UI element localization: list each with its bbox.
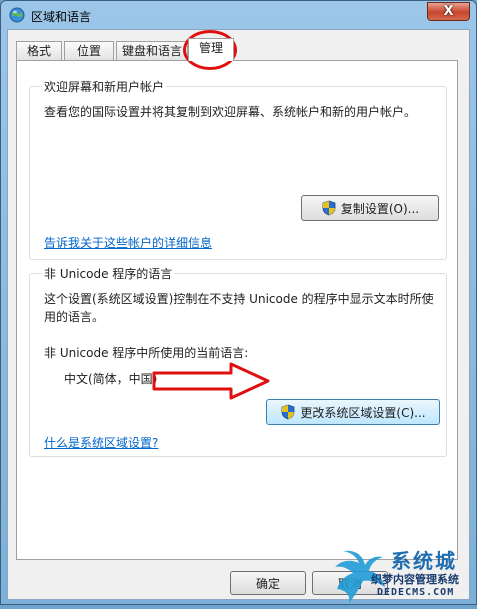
window-title: 区域和语言 xyxy=(31,10,92,24)
change-system-locale-button[interactable]: 更改系统区域设置(C)... xyxy=(266,399,440,425)
current-language-label: 非 Unicode 程序中所使用的当前语言: xyxy=(44,346,249,360)
ok-button[interactable]: 确定 xyxy=(230,571,306,595)
non-unicode-group: 非 Unicode 程序的语言 这个设置(系统区域设置)控制在不支持 Unico… xyxy=(29,265,447,457)
title-bar[interactable]: 区域和语言 X xyxy=(1,1,476,29)
dialog-window: 区域和语言 X 格式 位置 键盘和语言 管理 欢迎屏幕和新用户帐户 查看您的国际… xyxy=(0,0,477,605)
non-unicode-description-line1: 这个设置(系统区域设置)控制在不支持 Unicode 的程序中显示文本时所使 xyxy=(44,292,434,306)
current-language-value: 中文(简体，中国) xyxy=(64,372,158,386)
copy-settings-button[interactable]: 复制设置(O)... xyxy=(301,195,439,221)
cancel-button[interactable]: 取消 xyxy=(312,571,388,595)
globe-icon xyxy=(9,7,25,23)
tab-administrative[interactable]: 管理 xyxy=(188,38,234,61)
tab-location[interactable]: 位置 xyxy=(64,41,114,60)
administrative-tab-panel: 欢迎屏幕和新用户帐户 查看您的国际设置并将其复制到欢迎屏幕、系统帐户和新的用户帐… xyxy=(16,60,458,560)
welcome-description: 查看您的国际设置并将其复制到欢迎屏幕、系统帐户和新的用户帐户。 xyxy=(44,105,417,119)
close-button[interactable]: X xyxy=(427,2,470,21)
uac-shield-icon xyxy=(322,200,336,216)
welcome-accounts-link[interactable]: 告诉我关于这些帐户的详细信息 xyxy=(44,234,212,252)
close-icon: X xyxy=(443,4,454,19)
tab-keyboards-languages[interactable]: 键盘和语言 xyxy=(116,41,188,60)
copy-settings-label: 复制设置(O)... xyxy=(340,201,420,216)
welcome-screen-group: 欢迎屏幕和新用户帐户 查看您的国际设置并将其复制到欢迎屏幕、系统帐户和新的用户帐… xyxy=(29,78,447,260)
welcome-group-title: 欢迎屏幕和新用户帐户 xyxy=(42,78,167,95)
tab-formats[interactable]: 格式 xyxy=(16,41,62,60)
dialog-client-area: 格式 位置 键盘和语言 管理 欢迎屏幕和新用户帐户 查看您的国际设置并将其复制到… xyxy=(7,29,470,600)
uac-shield-icon xyxy=(282,404,295,420)
what-is-system-locale-link[interactable]: 什么是系统区域设置? xyxy=(44,434,158,452)
change-system-locale-label: 更改系统区域设置(C)... xyxy=(300,405,426,420)
non-unicode-group-title: 非 Unicode 程序的语言 xyxy=(42,265,175,282)
non-unicode-description-line2: 用的语言。 xyxy=(44,310,105,324)
